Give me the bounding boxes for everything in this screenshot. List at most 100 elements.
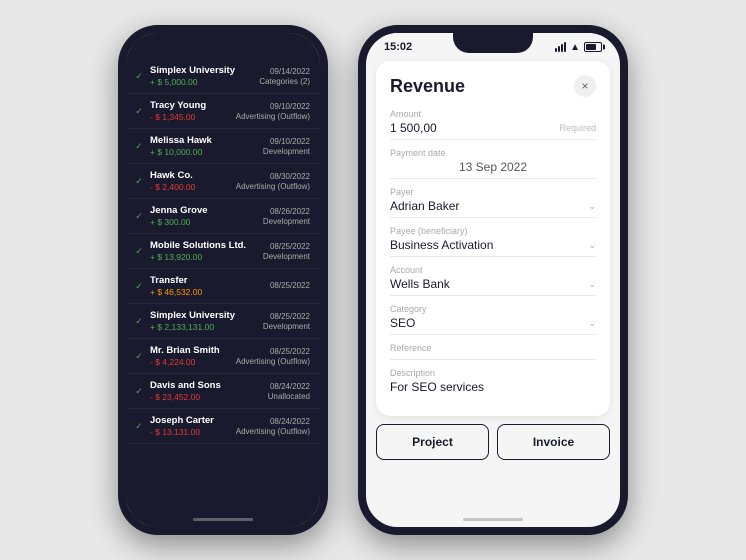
- transaction-item[interactable]: ✓ Mr. Brian Smith- $ 4,224.00 08/25/2022Ad…: [126, 339, 320, 374]
- transaction-item[interactable]: ✓Tracy Young- $ 1,345.0009/10/2022Advert…: [126, 94, 320, 129]
- tx-date: 08/24/2022: [236, 417, 310, 426]
- tx-category: Advertising (Outflow): [236, 427, 310, 436]
- tx-date: 09/10/2022: [263, 137, 310, 146]
- account-value[interactable]: Wells Bank ⌄: [390, 277, 596, 291]
- tx-name: Tracy Young: [150, 100, 232, 111]
- battery-icon: [584, 42, 602, 52]
- tx-category: Development: [263, 147, 310, 156]
- tx-amount: + $ 13,920.00: [150, 252, 259, 262]
- tx-category: Categories (2): [259, 77, 310, 86]
- left-screen: ✓Simplex University+ $ 5,000.0009/14/202…: [126, 33, 320, 527]
- tx-name: Davis and Sons: [150, 380, 264, 391]
- close-button[interactable]: ×: [574, 75, 596, 97]
- project-button[interactable]: Project: [376, 424, 489, 460]
- right-screen: 15:02 ▲ Revenue ×: [366, 33, 620, 527]
- tx-amount: + $ 46,532.00: [150, 287, 266, 297]
- revenue-title: Revenue: [390, 76, 465, 97]
- tx-name: Mr. Brian Smith: [150, 345, 232, 356]
- tx-amount: + $ 300.00: [150, 217, 259, 227]
- bottom-buttons: Project Invoice: [376, 424, 610, 460]
- account-field: Account Wells Bank ⌄: [390, 265, 596, 296]
- category-label: Category: [390, 304, 596, 314]
- revenue-header: Revenue ×: [390, 75, 596, 97]
- payment-date-field: Payment date 13 Sep 2022: [390, 148, 596, 179]
- check-icon: ✓: [132, 211, 146, 222]
- transaction-item[interactable]: ✓ Joseph Carter- $ 13,131.00 08/24/2022Adv…: [126, 409, 320, 444]
- tx-category: Development: [263, 322, 310, 331]
- notch-right: [453, 33, 533, 53]
- reference-label: Reference: [390, 343, 596, 353]
- payee-label: Payee (beneficiary): [390, 226, 596, 236]
- signal-icon: [555, 42, 566, 52]
- tx-date: 08/25/2022: [263, 242, 310, 251]
- tx-date: 09/14/2022: [259, 67, 310, 76]
- tx-category: Advertising (Outflow): [236, 112, 310, 121]
- invoice-button[interactable]: Invoice: [497, 424, 610, 460]
- tx-name: Joseph Carter: [150, 415, 232, 426]
- left-phone: ✓Simplex University+ $ 5,000.0009/14/202…: [118, 25, 328, 535]
- tx-category: Development: [263, 252, 310, 261]
- transaction-item[interactable]: ✓Davis and Sons- $ 23,452.0008/24/2022Un…: [126, 374, 320, 409]
- transaction-list: ✓Simplex University+ $ 5,000.0009/14/202…: [126, 55, 320, 448]
- tx-amount: + $ 10,000.00: [150, 147, 259, 157]
- tx-category: Unallocated: [268, 392, 310, 401]
- check-icon: ✓: [132, 141, 146, 152]
- transaction-item[interactable]: ✓ Melissa Hawk+ $ 10,000.00 09/10/2022Deve…: [126, 129, 320, 164]
- payer-dropdown-icon: ⌄: [588, 201, 596, 212]
- right-phone: 15:02 ▲ Revenue ×: [358, 25, 628, 535]
- description-value[interactable]: For SEO services: [390, 380, 596, 394]
- tx-name: Melissa Hawk: [150, 135, 259, 146]
- payee-value[interactable]: Business Activation ⌄: [390, 238, 596, 252]
- wifi-icon: ▲: [570, 42, 580, 53]
- transaction-item[interactable]: ✓Jenna Grove+ $ 300.0008/26/2022Developm…: [126, 199, 320, 234]
- tx-date: 08/30/2022: [236, 172, 310, 181]
- payer-label: Payer: [390, 187, 596, 197]
- home-indicator-right: [463, 518, 523, 521]
- check-icon: ✓: [132, 316, 146, 327]
- payment-date-label: Payment date: [390, 148, 596, 158]
- tx-date: 09/10/2022: [236, 102, 310, 111]
- tx-date: 08/25/2022: [236, 347, 310, 356]
- tx-date: 08/25/2022: [263, 312, 310, 321]
- tx-date: 08/26/2022: [263, 207, 310, 216]
- transaction-item[interactable]: ✓ Transfer+ $ 46,532.00 08/25/2022: [126, 269, 320, 304]
- status-icons: ▲: [555, 42, 602, 53]
- tx-category: Advertising (Outflow): [236, 182, 310, 191]
- tx-category: Advertising (Outflow): [236, 357, 310, 366]
- check-icon: ✓: [132, 106, 146, 117]
- transaction-item[interactable]: ✓Hawk Co.- $ 2,400.0008/30/2022Advertisi…: [126, 164, 320, 199]
- check-icon: ✓: [132, 176, 146, 187]
- check-icon: ✓: [132, 386, 146, 397]
- transaction-item[interactable]: ✓ Simplex University+ $ 5,000.00 09/14/202…: [126, 59, 320, 94]
- check-icon: ✓: [132, 281, 146, 292]
- tx-name: Simplex University: [150, 310, 259, 321]
- reference-field: Reference: [390, 343, 596, 360]
- check-icon: ✓: [132, 421, 146, 432]
- tx-amount: - $ 2,400.00: [150, 182, 232, 192]
- description-label: Description: [390, 368, 596, 378]
- tx-date: 08/25/2022: [270, 281, 310, 290]
- tx-amount: - $ 13,131.00: [150, 427, 232, 437]
- tx-amount: - $ 23,452.00: [150, 392, 264, 402]
- revenue-card: Revenue × Amount 1 500,00 Required Payme…: [376, 61, 610, 416]
- tx-amount: - $ 4,224.00: [150, 357, 232, 367]
- check-icon: ✓: [132, 351, 146, 362]
- transaction-item[interactable]: ✓Simplex University+ $ 2,133,131.0008/25…: [126, 304, 320, 339]
- amount-value[interactable]: 1 500,00 Required: [390, 121, 596, 135]
- category-value[interactable]: SEO ⌄: [390, 316, 596, 330]
- check-icon: ✓: [132, 71, 146, 82]
- notch: [183, 33, 263, 53]
- tx-amount: + $ 5,000.00: [150, 77, 255, 87]
- category-field: Category SEO ⌄: [390, 304, 596, 335]
- status-time: 15:02: [384, 41, 412, 53]
- tx-name: Simplex University: [150, 65, 255, 76]
- payer-field: Payer Adrian Baker ⌄: [390, 187, 596, 218]
- amount-label: Amount: [390, 109, 596, 119]
- amount-field: Amount 1 500,00 Required: [390, 109, 596, 140]
- payment-date-value[interactable]: 13 Sep 2022: [390, 160, 596, 174]
- account-label: Account: [390, 265, 596, 275]
- transaction-item[interactable]: ✓Mobile Solutions Ltd.+ $ 13,920.0008/25…: [126, 234, 320, 269]
- payer-value[interactable]: Adrian Baker ⌄: [390, 199, 596, 213]
- account-dropdown-icon: ⌄: [588, 279, 596, 290]
- tx-name: Transfer: [150, 275, 266, 286]
